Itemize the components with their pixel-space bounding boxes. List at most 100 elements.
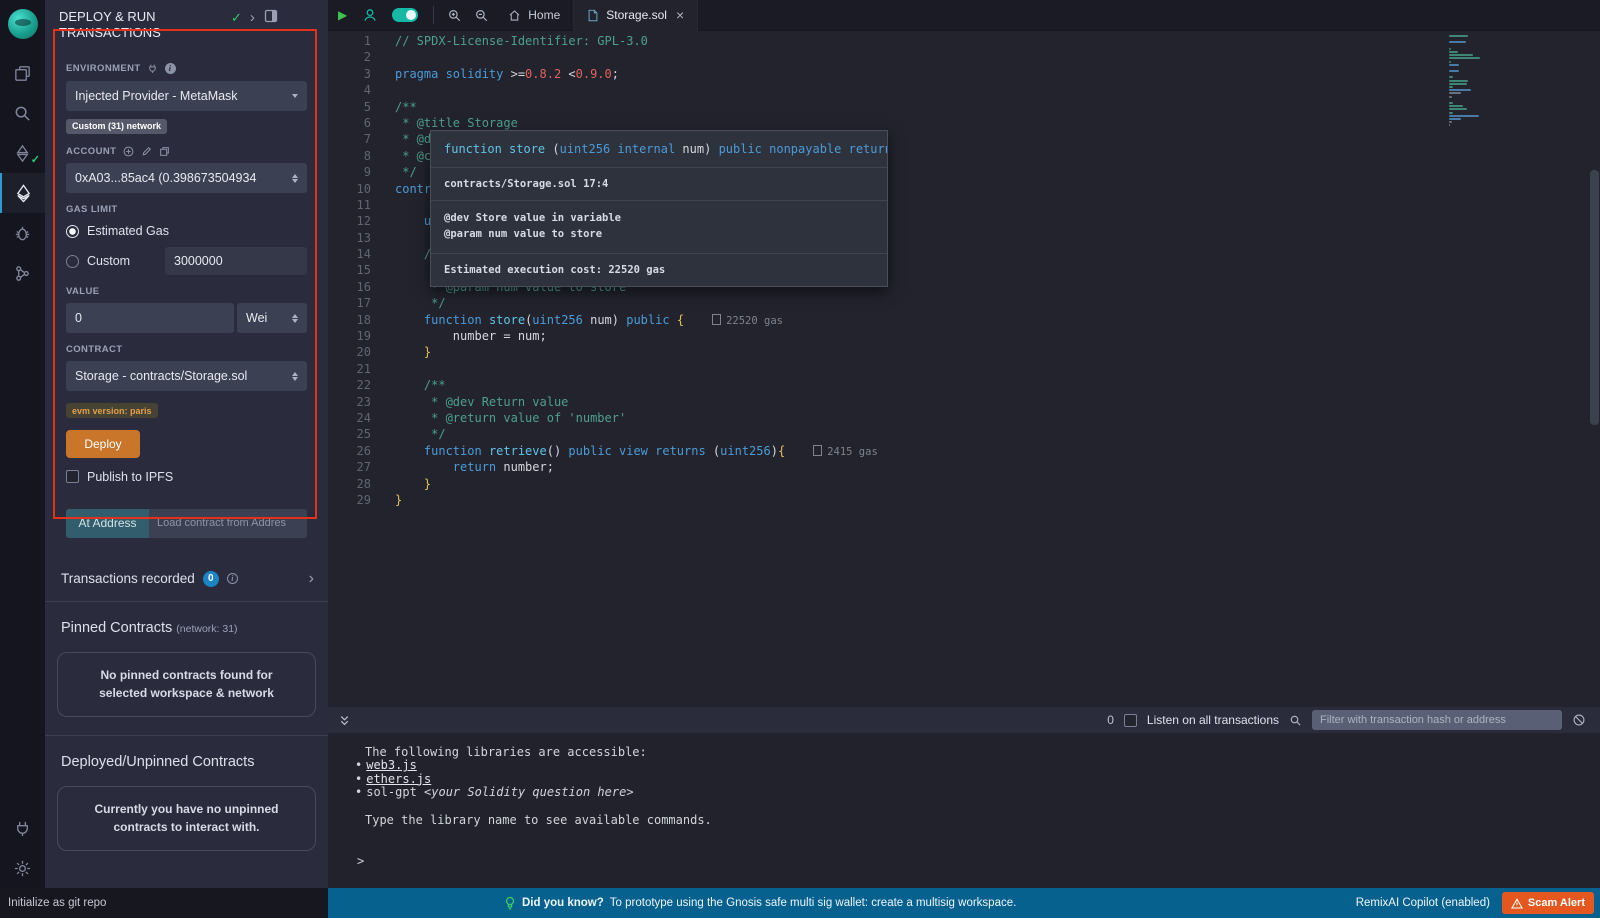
tooltip-doc: @dev Store value in variable @param num … (431, 201, 887, 254)
tab-home[interactable]: Home (495, 0, 574, 31)
terminal-count: 0 (1107, 713, 1114, 727)
search-icon[interactable] (0, 93, 45, 133)
solidity-file-icon (587, 9, 599, 22)
transactions-count-badge: 0 (203, 571, 219, 587)
at-address-button[interactable]: At Address (66, 509, 149, 538)
close-tab-icon[interactable]: × (676, 7, 684, 23)
web3-link[interactable]: web3.js (366, 758, 417, 772)
custom-gas-input[interactable] (165, 247, 307, 275)
terminal-prompt[interactable]: > (357, 855, 1600, 868)
file-explorer-icon[interactable] (0, 53, 45, 93)
solgpt-hint: <your Solidity question here> (424, 785, 634, 799)
transactions-info-icon[interactable]: i (227, 573, 238, 584)
tooltip-cost: Estimated execution cost: 22520 gas (431, 254, 887, 286)
listen-all-checkbox[interactable] (1124, 714, 1137, 727)
network-badge: Custom (31) network (66, 119, 167, 134)
terminal[interactable]: The following libraries are accessible: … (328, 733, 1600, 888)
deploy-run-icon[interactable] (0, 173, 45, 213)
panel-pin-icon[interactable] (264, 9, 278, 23)
status-bar: Initialize as git repo Did you know? To … (0, 888, 1600, 918)
solgpt-label: sol-gpt (366, 785, 424, 799)
estimated-gas-radio[interactable] (66, 225, 79, 238)
publish-ipfs-label: Publish to IPFS (87, 470, 173, 484)
main-area: ▶ Home Storage.sol × 1// SPDX- (328, 0, 1600, 888)
compile-success-icon: ✓ (31, 153, 40, 166)
editor-scrollbar[interactable] (1590, 170, 1599, 425)
account-label: ACCOUNT (66, 146, 116, 157)
custom-gas-label: Custom (87, 254, 130, 268)
terminal-header: 0 Listen on all transactions (328, 707, 1600, 733)
plugin-connector-icon[interactable] (0, 253, 45, 293)
block-transactions-icon[interactable] (1572, 713, 1586, 727)
deploy-button[interactable]: Deploy (66, 430, 140, 458)
value-unit-select[interactable]: Wei (237, 303, 307, 333)
plugin-manager-icon[interactable] (0, 808, 45, 848)
editor-tabbar: ▶ Home Storage.sol × (328, 0, 1600, 31)
listen-all-label: Listen on all transactions (1147, 713, 1279, 727)
home-icon (508, 9, 521, 22)
run-script-icon[interactable]: ▶ (338, 8, 347, 22)
hover-tooltip: function store (uint256 internal num) pu… (430, 130, 888, 287)
add-account-icon[interactable] (122, 145, 134, 157)
transactions-recorded-row[interactable]: Transactions recorded 0 i › (45, 550, 328, 602)
lightbulb-icon (504, 896, 516, 910)
estimated-gas-label: Estimated Gas (87, 224, 169, 238)
transactions-recorded-label: Transactions recorded (61, 571, 195, 586)
did-you-know-tip: Did you know? To prototype using the Gno… (504, 896, 1016, 910)
deployed-empty-message: Currently you have no unpinned contracts… (57, 786, 316, 851)
tab-storage-sol[interactable]: Storage.sol × (574, 0, 698, 31)
contract-value: Storage - contracts/Storage.sol (75, 369, 247, 383)
account-select[interactable]: 0xA03...85ac4 (0.398673504934 (66, 163, 307, 193)
value-unit: Wei (246, 311, 267, 325)
pinned-network-label: (network: 31) (176, 623, 237, 635)
transaction-filter-input[interactable] (1312, 710, 1562, 730)
edit-account-icon[interactable] (140, 145, 152, 157)
tooltip-signature: function store (uint256 internal num) pu… (431, 131, 887, 168)
debugger-icon[interactable] (0, 213, 45, 253)
environment-label: ENVIRONMENT (66, 63, 141, 74)
value-input[interactable] (66, 303, 234, 333)
copilot-toggle[interactable] (392, 8, 418, 22)
panel-title: DEPLOY & RUN TRANSACTIONS (59, 9, 217, 42)
environment-select[interactable]: Injected Provider - MetaMask (66, 81, 307, 111)
settings-icon[interactable] (0, 848, 45, 888)
copy-account-icon[interactable] (158, 145, 170, 157)
environment-value: Injected Provider - MetaMask (75, 89, 238, 103)
tab-home-label: Home (528, 8, 560, 22)
zoom-in-icon[interactable] (447, 8, 462, 23)
account-value: 0xA03...85ac4 (0.398673504934 (75, 171, 256, 185)
git-init-status[interactable]: Initialize as git repo (0, 888, 328, 918)
publish-ipfs-checkbox[interactable] (66, 470, 79, 483)
pinned-empty-message: No pinned contracts found for selected w… (57, 652, 316, 717)
evm-version-badge: evm version: paris (66, 403, 158, 418)
value-label: VALUE (66, 286, 100, 297)
scam-alert-button[interactable]: Scam Alert (1502, 892, 1594, 914)
terminal-outro: Type the library name to see available c… (365, 814, 1600, 827)
gas-limit-label: GAS LIMIT (66, 204, 118, 215)
ai-assistant-icon[interactable] (362, 7, 378, 23)
transactions-expand-icon[interactable]: › (309, 570, 314, 588)
pinned-contracts-title: Pinned Contracts (network: 31) (45, 602, 328, 636)
plug-icon[interactable] (147, 63, 159, 75)
environment-info-icon[interactable]: i (165, 63, 176, 74)
panel-next-icon[interactable]: › (250, 9, 255, 26)
panel-check-icon: ✓ (231, 10, 242, 26)
ethers-link[interactable]: ethers.js (366, 772, 431, 786)
minimap[interactable] (1449, 35, 1553, 127)
terminal-intro: The following libraries are accessible: (365, 746, 1600, 759)
tab-file-label: Storage.sol (606, 8, 667, 22)
code-editor[interactable]: 1// SPDX-License-Identifier: GPL-3.023pr… (328, 31, 1600, 707)
remix-ide-window: ✓ DEPLOY & RUN TRANSACTIONS ✓ › (0, 0, 1600, 918)
at-address-input[interactable] (149, 509, 307, 538)
custom-gas-radio[interactable] (66, 255, 79, 268)
solidity-compiler-icon[interactable]: ✓ (0, 133, 45, 173)
deployed-contracts-title: Deployed/Unpinned Contracts (45, 736, 328, 770)
contract-label: CONTRACT (66, 344, 123, 355)
zoom-out-icon[interactable] (474, 8, 489, 23)
remix-logo-icon[interactable] (8, 9, 38, 39)
copilot-status[interactable]: RemixAI Copilot (enabled) (1356, 897, 1490, 909)
terminal-search-icon[interactable] (1289, 714, 1302, 727)
contract-select[interactable]: Storage - contracts/Storage.sol (66, 361, 307, 391)
icon-sidebar: ✓ (0, 0, 45, 888)
terminal-collapse-icon[interactable] (338, 714, 351, 727)
